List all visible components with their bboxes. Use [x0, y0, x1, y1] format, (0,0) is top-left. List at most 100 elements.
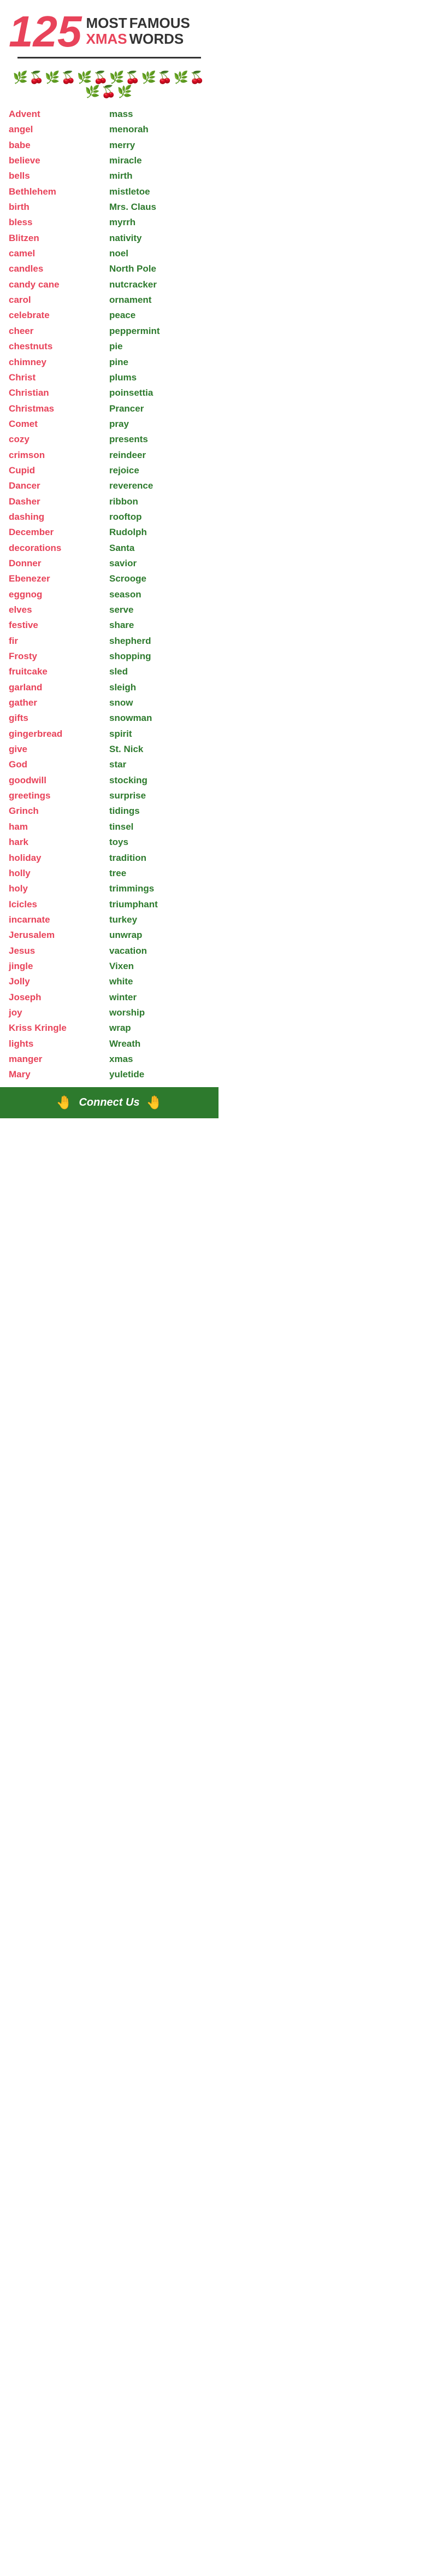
list-item: nativity: [109, 231, 210, 246]
list-item: incarnate: [9, 912, 109, 928]
list-item: believe: [9, 153, 109, 168]
list-item: white: [109, 974, 210, 989]
list-item: goodwill: [9, 773, 109, 788]
list-item: Donner: [9, 556, 109, 571]
hand-right-icon: 🤚: [146, 1095, 163, 1111]
list-item: babe: [9, 138, 109, 153]
list-item: share: [109, 618, 210, 633]
list-item: shopping: [109, 649, 210, 664]
header-top: 125 MOST FAMOUS XMAS WORDS: [9, 10, 210, 54]
list-item: angel: [9, 122, 109, 137]
words-section: AdventangelbabebelievebellsBethlehembirt…: [0, 102, 218, 1087]
list-item: sled: [109, 664, 210, 679]
list-item: pray: [109, 416, 210, 432]
list-item: bells: [9, 168, 109, 184]
list-item: plums: [109, 370, 210, 385]
list-item: Mrs. Claus: [109, 199, 210, 215]
list-item: presents: [109, 432, 210, 447]
list-item: wrap: [109, 1020, 210, 1036]
list-item: crimson: [9, 448, 109, 463]
left-column: AdventangelbabebelievebellsBethlehembirt…: [9, 107, 109, 1083]
list-item: worship: [109, 1005, 210, 1020]
list-item: Prancer: [109, 401, 210, 416]
list-item: snow: [109, 695, 210, 711]
list-item: candy cane: [9, 277, 109, 292]
list-item: North Pole: [109, 261, 210, 277]
list-item: Dasher: [9, 494, 109, 509]
list-item: sleigh: [109, 680, 210, 695]
list-item: mirth: [109, 168, 210, 184]
list-item: cheer: [9, 324, 109, 339]
list-item: serve: [109, 602, 210, 618]
list-item: St. Nick: [109, 742, 210, 757]
list-item: Grinch: [9, 803, 109, 819]
list-item: vacation: [109, 943, 210, 959]
list-item: unwrap: [109, 928, 210, 943]
list-item: shepherd: [109, 633, 210, 649]
list-item: God: [9, 757, 109, 772]
list-item: decorations: [9, 541, 109, 556]
list-item: celebrate: [9, 308, 109, 323]
list-item: Blitzen: [9, 231, 109, 246]
hand-left-icon: 🤚: [56, 1095, 73, 1111]
list-item: birth: [9, 199, 109, 215]
list-item: tradition: [109, 850, 210, 866]
list-item: Jerusalem: [9, 928, 109, 943]
list-item: gather: [9, 695, 109, 711]
list-item: peace: [109, 308, 210, 323]
list-item: carol: [9, 292, 109, 308]
list-item: noel: [109, 246, 210, 261]
list-item: triumphant: [109, 897, 210, 912]
list-item: Cupid: [9, 463, 109, 478]
list-item: xmas: [109, 1052, 210, 1067]
list-item: tree: [109, 866, 210, 881]
list-item: Kriss Kringle: [9, 1020, 109, 1036]
header-number: 125: [9, 10, 81, 54]
list-item: turkey: [109, 912, 210, 928]
list-item: snowman: [109, 711, 210, 726]
list-item: nutcracker: [109, 277, 210, 292]
list-item: bless: [9, 215, 109, 230]
list-item: pie: [109, 339, 210, 354]
header-famous: FAMOUS: [129, 15, 190, 31]
list-item: December: [9, 525, 109, 540]
list-item: peppermint: [109, 324, 210, 339]
list-item: tinsel: [109, 819, 210, 835]
list-item: Bethlehem: [9, 184, 109, 199]
list-item: Scrooge: [109, 571, 210, 586]
footer-text: Connect Us: [79, 1096, 139, 1109]
list-item: ornament: [109, 292, 210, 308]
list-item: dashing: [9, 509, 109, 525]
header-xmas: XMAS: [86, 31, 127, 47]
divider-line: [17, 57, 201, 58]
list-item: candles: [9, 261, 109, 277]
list-item: pine: [109, 355, 210, 370]
list-item: fruitcake: [9, 664, 109, 679]
list-item: mass: [109, 107, 210, 122]
header-most: MOST: [86, 15, 127, 31]
list-item: toys: [109, 835, 210, 850]
list-item: Advent: [9, 107, 109, 122]
list-item: Frosty: [9, 649, 109, 664]
list-item: Ebenezer: [9, 571, 109, 586]
holly-bar: 🌿🍒🌿🍒🌿🍒🌿🍒🌿🍒🌿🍒🌿🍒🌿: [0, 67, 218, 102]
list-item: Jesus: [9, 943, 109, 959]
list-item: manger: [9, 1052, 109, 1067]
list-item: Christ: [9, 370, 109, 385]
right-column: massmenorahmerrymiraclemirthmistletoeMrs…: [109, 107, 210, 1083]
list-item: Santa: [109, 541, 210, 556]
list-item: tidings: [109, 803, 210, 819]
list-item: Jolly: [9, 974, 109, 989]
list-item: festive: [9, 618, 109, 633]
list-item: gingerbread: [9, 726, 109, 742]
list-item: Christmas: [9, 401, 109, 416]
list-item: give: [9, 742, 109, 757]
header-text: MOST FAMOUS XMAS WORDS: [86, 10, 190, 46]
list-item: Joseph: [9, 990, 109, 1005]
list-item: Christian: [9, 385, 109, 401]
list-item: camel: [9, 246, 109, 261]
list-item: reverence: [109, 478, 210, 494]
header-words: WORDS: [129, 31, 184, 47]
list-item: holiday: [9, 850, 109, 866]
list-item: greetings: [9, 788, 109, 803]
